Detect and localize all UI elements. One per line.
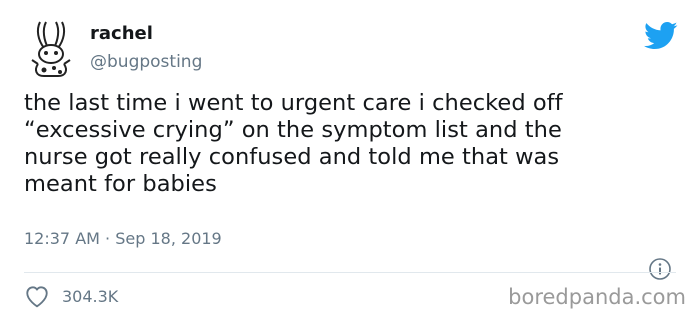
watermark: boredpanda.com (508, 285, 686, 309)
heart-icon[interactable] (24, 284, 50, 308)
user-info[interactable]: rachel @bugposting (90, 22, 202, 75)
timestamp-separator: · (105, 229, 111, 248)
like-count: 304.3K (62, 286, 119, 306)
tweet-time[interactable]: 12:37 AM (24, 229, 100, 248)
user-handle[interactable]: @bugposting (90, 49, 202, 75)
like-button[interactable]: 304.3K (24, 284, 118, 308)
avatar[interactable] (26, 20, 76, 78)
twitter-bird-icon[interactable] (644, 21, 678, 51)
tweet-date[interactable]: Sep 18, 2019 (115, 229, 222, 248)
divider (24, 272, 676, 273)
tweet-card: rachel @bugposting the last time i went … (0, 0, 700, 319)
display-name[interactable]: rachel (90, 22, 202, 46)
info-icon[interactable] (648, 257, 672, 281)
tweet-text: the last time i went to urgent care i ch… (24, 90, 563, 197)
tweet-timestamp[interactable]: 12:37 AM · Sep 18, 2019 (24, 229, 222, 248)
